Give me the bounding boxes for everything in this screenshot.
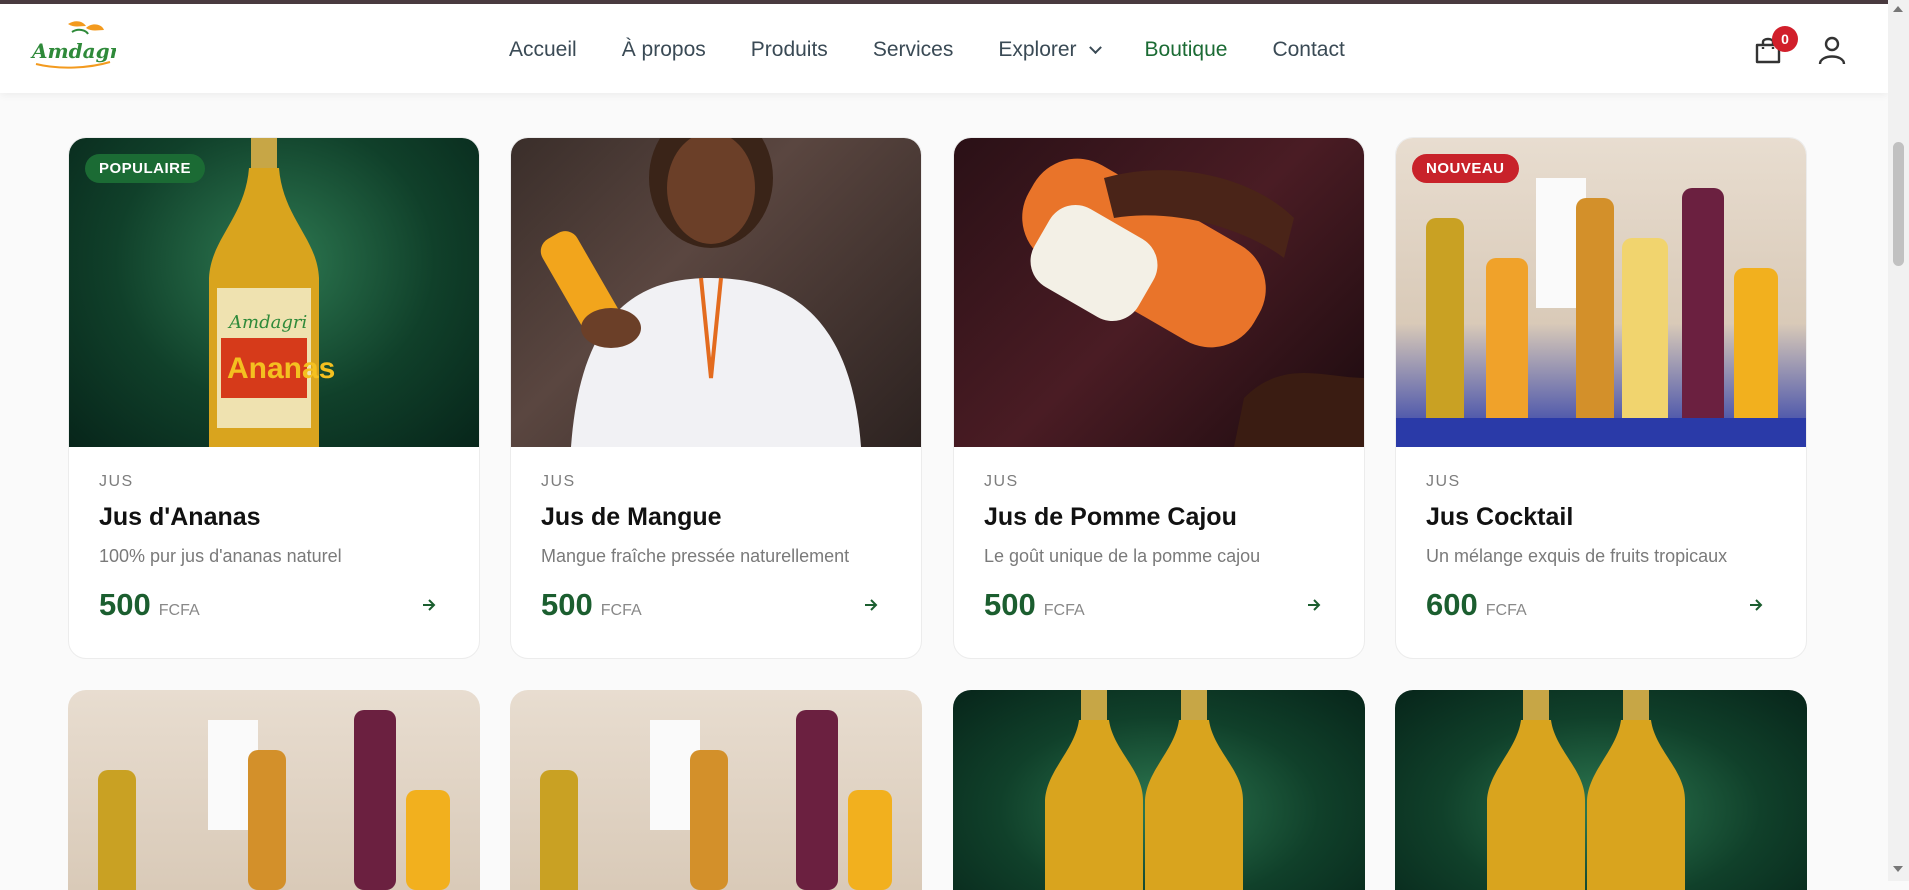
product-image-mango[interactable]	[511, 138, 921, 447]
product-currency: FCFA	[600, 602, 642, 619]
product-name[interactable]: Jus de Pomme Cajou	[984, 503, 1334, 532]
nav-explorer[interactable]: Explorer	[998, 38, 1102, 62]
nav-explorer-label: Explorer	[998, 38, 1077, 61]
product-card-image[interactable]	[510, 690, 922, 890]
arrow-right-icon[interactable]	[1746, 595, 1766, 615]
product-name[interactable]: Jus de Mangue	[541, 503, 891, 532]
scrollbar-track[interactable]	[1888, 0, 1909, 881]
nav-boutique[interactable]: Boutique	[1145, 38, 1228, 62]
product-description: Mangue fraîche pressée naturellement	[541, 546, 850, 566]
product-currency: FCFA	[1043, 602, 1085, 619]
product-price: 600	[1426, 587, 1478, 622]
arrow-right-icon[interactable]	[861, 595, 881, 615]
product-image-pineapple[interactable]: Ananas Amdagri POPULAIRE	[69, 138, 479, 447]
product-name[interactable]: Jus d'Ananas	[99, 503, 449, 532]
scroll-up-arrow-icon[interactable]	[1893, 6, 1903, 12]
product-name[interactable]: Jus Cocktail	[1426, 503, 1776, 532]
product-card[interactable]: NOUVEAU JUS Jus Cocktail Un mélange exqu…	[1395, 137, 1807, 659]
bottles-graphic	[1487, 690, 1685, 890]
product-category: JUS	[541, 473, 576, 490]
product-currency: FCFA	[158, 602, 200, 619]
nav-services[interactable]: Services	[873, 38, 954, 62]
product-image-cashew[interactable]	[954, 138, 1364, 447]
cart-count-badge: 0	[1772, 26, 1798, 52]
product-card[interactable]: JUS Jus de Pomme Cajou Le goût unique de…	[953, 137, 1365, 659]
scroll-down-arrow-icon[interactable]	[1893, 866, 1903, 872]
product-currency: FCFA	[1485, 602, 1527, 619]
arrow-right-icon[interactable]	[419, 595, 439, 615]
nav-produits[interactable]: Produits	[751, 38, 828, 62]
main-nav: Accueil À propos Produits Services Explo…	[509, 38, 1345, 62]
product-card-image[interactable]	[1395, 690, 1807, 890]
arrow-right-icon[interactable]	[1304, 595, 1324, 615]
scrollbar-thumb[interactable]	[1893, 142, 1904, 266]
product-description: 100% pur jus d'ananas naturel	[99, 546, 342, 566]
svg-text:Amdagri: Amdagri	[30, 39, 116, 63]
woman-with-mango-juice-graphic	[540, 138, 861, 447]
product-price: 500	[984, 587, 1036, 622]
popular-badge: POPULAIRE	[85, 154, 206, 183]
product-category: JUS	[984, 473, 1019, 490]
chevron-down-icon	[1088, 40, 1102, 54]
product-card[interactable]: Ananas Amdagri POPULAIRE JUS Jus d'Anana…	[68, 137, 480, 659]
product-card-image[interactable]	[953, 690, 1365, 890]
product-description: Un mélange exquis de fruits tropicaux	[1426, 546, 1728, 566]
nav-a-propos[interactable]: À propos	[622, 38, 706, 62]
bottles-graphic	[1045, 690, 1243, 890]
assorted-bottles-graphic	[540, 710, 892, 890]
new-badge: NOUVEAU	[1412, 154, 1519, 183]
assorted-bottles-graphic	[98, 710, 450, 890]
product-category: JUS	[1426, 473, 1461, 490]
nav-accueil[interactable]: Accueil	[509, 38, 577, 62]
product-price: 500	[99, 587, 151, 622]
product-price: 500	[541, 587, 593, 622]
product-card[interactable]: JUS Jus de Mangue Mangue fraîche pressée…	[510, 137, 922, 659]
nav-contact[interactable]: Contact	[1272, 38, 1344, 62]
svg-text:Ananas: Ananas	[227, 352, 335, 385]
product-card-image[interactable]	[68, 690, 480, 890]
user-icon[interactable]	[1816, 34, 1848, 66]
hand-with-cashew-juice-graphic	[1022, 158, 1364, 447]
amdagri-logo[interactable]: Amdagri	[30, 18, 116, 74]
product-description: Le goût unique de la pomme cajou	[984, 546, 1261, 566]
pineapple-bottle-graphic: Ananas Amdagri	[209, 138, 335, 447]
site-header: Amdagri Accueil À propos Produits Servic…	[0, 4, 1888, 93]
product-image-cocktail[interactable]: NOUVEAU	[1396, 138, 1806, 447]
product-category: JUS	[99, 473, 134, 490]
assorted-bottles-graphic	[1396, 178, 1806, 447]
svg-text:Amdagri: Amdagri	[227, 312, 307, 333]
